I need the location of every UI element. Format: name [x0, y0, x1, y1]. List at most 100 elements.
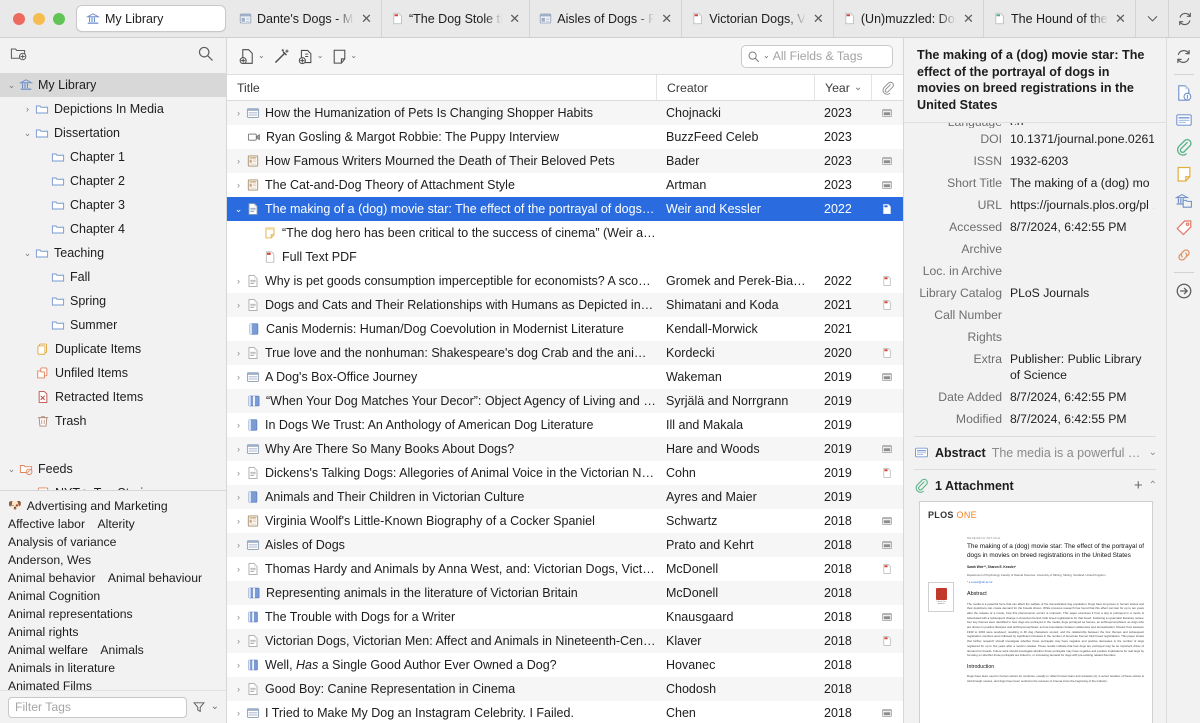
tag[interactable]: Animal welfare: [8, 641, 88, 659]
chevron-down-icon[interactable]: ⌄: [1149, 447, 1157, 458]
sidebar-item-nyt-top-stories[interactable]: NYT > Top Stories: [0, 481, 226, 490]
table-row-selected[interactable]: ⌄ The making of a (dog) movie star: The …: [227, 197, 903, 221]
chevron-down-icon[interactable]: ⌄: [317, 52, 324, 60]
close-window-button[interactable]: [13, 13, 25, 25]
new-item-button[interactable]: ⌄: [236, 44, 268, 68]
field-value[interactable]: The making of a (dog) mo …: [1010, 175, 1154, 191]
close-icon[interactable]: ✕: [811, 11, 826, 26]
chevron-down-icon[interactable]: ⌄: [258, 52, 265, 60]
cell-attachment[interactable]: [871, 467, 903, 479]
field-row[interactable]: Library Catalog PLoS Journals: [904, 282, 1166, 304]
sidenav-libraries-collections-button[interactable]: [1170, 187, 1198, 214]
search-input[interactable]: ⌄ All Fields & Tags: [741, 45, 893, 68]
chevron-down-icon[interactable]: ⌄: [350, 52, 357, 60]
table-row[interactable]: › The Cat-and-Dog Theory of Attachment S…: [227, 173, 903, 197]
tag[interactable]: 🐶 Advertising and Marketing: [8, 497, 168, 515]
twisty-icon[interactable]: ⌄: [20, 249, 35, 258]
table-row[interactable]: › Well, Has a Single Good Author Ever Ow…: [227, 653, 903, 677]
item-fields[interactable]: Language en DOI 10.1371/journal.pone.026…: [904, 123, 1166, 723]
sidenav-info-button[interactable]: [1170, 79, 1198, 106]
cell-attachment[interactable]: [871, 203, 903, 215]
field-value[interactable]: Publisher: Public Library of Science: [1010, 351, 1154, 383]
sync-button[interactable]: [1170, 43, 1198, 70]
column-header-creator[interactable]: Creator: [656, 75, 814, 100]
cell-attachment[interactable]: [871, 107, 903, 119]
sidebar-item-feeds[interactable]: ⌄ Feeds: [0, 457, 226, 481]
cell-attachment[interactable]: [871, 635, 903, 647]
sidebar-item-dissertation[interactable]: ⌄ Dissertation: [0, 121, 226, 145]
tag[interactable]: Animal Cognition: [8, 587, 100, 605]
sidenav-notes-button[interactable]: [1170, 160, 1198, 187]
field-value[interactable]: https://journals.plos.org/pl …: [1010, 197, 1154, 213]
cell-attachment[interactable]: [871, 371, 903, 383]
table-row[interactable]: › The Trouble with Dogs for a Writer Kna…: [227, 605, 903, 629]
minimize-window-button[interactable]: [33, 13, 45, 25]
table-row[interactable]: › Victorian Dogs, Victorian Men: Affect …: [227, 629, 903, 653]
twisty-icon[interactable]: ›: [231, 181, 246, 190]
twisty-icon[interactable]: ›: [231, 661, 246, 670]
sidebar-item-chapter-4[interactable]: Chapter 4: [0, 217, 226, 241]
field-value[interactable]: [1010, 329, 1154, 345]
cell-attachment[interactable]: [871, 707, 903, 719]
field-value[interactable]: 8/7/2024, 6:42:55 PM: [1010, 411, 1154, 427]
field-row[interactable]: Archive: [904, 238, 1166, 260]
sidebar-item-summer[interactable]: Summer: [0, 313, 226, 337]
cell-attachment[interactable]: [871, 299, 903, 311]
sidebar-item-trash[interactable]: Trash: [0, 409, 226, 433]
sidenav-tags-button[interactable]: [1170, 214, 1198, 241]
table-row[interactable]: › Why is pet goods consumption impercept…: [227, 269, 903, 293]
sidebar-item-my-library[interactable]: ⌄ My Library: [0, 73, 226, 97]
new-note-button[interactable]: ⌄: [328, 44, 360, 68]
twisty-icon[interactable]: ›: [231, 421, 246, 430]
chevron-down-icon[interactable]: ⌄: [211, 702, 219, 712]
add-attachment-button[interactable]: ⌄: [295, 44, 327, 68]
chevron-down-icon[interactable]: ⌄: [854, 83, 862, 93]
table-row[interactable]: › True love and the nonhuman: Shakespear…: [227, 341, 903, 365]
column-header-year[interactable]: Year ⌄: [814, 75, 871, 100]
twisty-icon[interactable]: ›: [231, 541, 246, 550]
field-value[interactable]: [1010, 307, 1154, 323]
sidenav-locate-button[interactable]: [1170, 277, 1198, 304]
tag[interactable]: Animal rights: [8, 623, 78, 641]
twisty-icon[interactable]: ›: [231, 517, 246, 526]
sidebar-item-unfiled-items[interactable]: Unfiled Items: [0, 361, 226, 385]
table-row[interactable]: › Virginia Woolf's Little-Known Biograph…: [227, 509, 903, 533]
tab-item[interactable]: (Un)muzzled: Dogs ✕: [834, 0, 984, 37]
twisty-icon[interactable]: ›: [231, 493, 246, 502]
cell-attachment[interactable]: [871, 155, 903, 167]
twisty-icon[interactable]: ›: [231, 373, 246, 382]
sidebar-item-chapter-3[interactable]: Chapter 3: [0, 193, 226, 217]
sync-button[interactable]: [1168, 0, 1200, 37]
field-value[interactable]: 1932-6203: [1010, 153, 1154, 169]
table-row[interactable]: Full Text PDF: [227, 245, 903, 269]
table-row[interactable]: Canis Modernis: Human/Dog Coevolution in…: [227, 317, 903, 341]
column-header-title[interactable]: Title: [227, 75, 656, 100]
cell-attachment[interactable]: [871, 539, 903, 551]
tab-overflow-button[interactable]: [1136, 0, 1168, 37]
search-icon[interactable]: [197, 45, 214, 62]
tag[interactable]: Anderson, Wes: [8, 551, 91, 569]
sidebar-item-depictions-in-media[interactable]: › Depictions In Media: [0, 97, 226, 121]
sidebar-item-retracted-items[interactable]: Retracted Items: [0, 385, 226, 409]
table-row[interactable]: › I Tried to Make My Dog an Instagram Ce…: [227, 701, 903, 723]
cell-attachment[interactable]: [871, 515, 903, 527]
cell-attachment[interactable]: [871, 179, 903, 191]
chevron-up-icon[interactable]: ⌃: [1149, 480, 1157, 491]
table-row[interactable]: › Why Are There So Many Books About Dogs…: [227, 437, 903, 461]
twisty-icon[interactable]: ›: [231, 349, 246, 358]
twisty-icon[interactable]: ›: [231, 277, 246, 286]
abstract-section-header[interactable]: Abstract The media is a powerful forc… ⌄: [904, 442, 1166, 463]
new-collection-icon[interactable]: [10, 45, 27, 62]
sidebar-item-fall[interactable]: Fall: [0, 265, 226, 289]
table-row[interactable]: Ryan Gosling & Margot Robbie: The Puppy …: [227, 125, 903, 149]
add-by-identifier-button[interactable]: [270, 44, 293, 68]
field-row[interactable]: Call Number: [904, 304, 1166, 326]
field-value[interactable]: 8/7/2024, 6:42:55 PM: [1010, 219, 1154, 235]
field-row[interactable]: Short Title The making of a (dog) mo …: [904, 172, 1166, 194]
field-row[interactable]: DOI 10.1371/journal.pone.0261 …: [904, 128, 1166, 150]
table-row[interactable]: › How the Humanization of Pets Is Changi…: [227, 101, 903, 125]
field-value[interactable]: PLoS Journals: [1010, 285, 1154, 301]
tag[interactable]: Animal behaviour: [108, 569, 202, 587]
cell-attachment[interactable]: [871, 347, 903, 359]
field-row[interactable]: Loc. in Archive: [904, 260, 1166, 282]
